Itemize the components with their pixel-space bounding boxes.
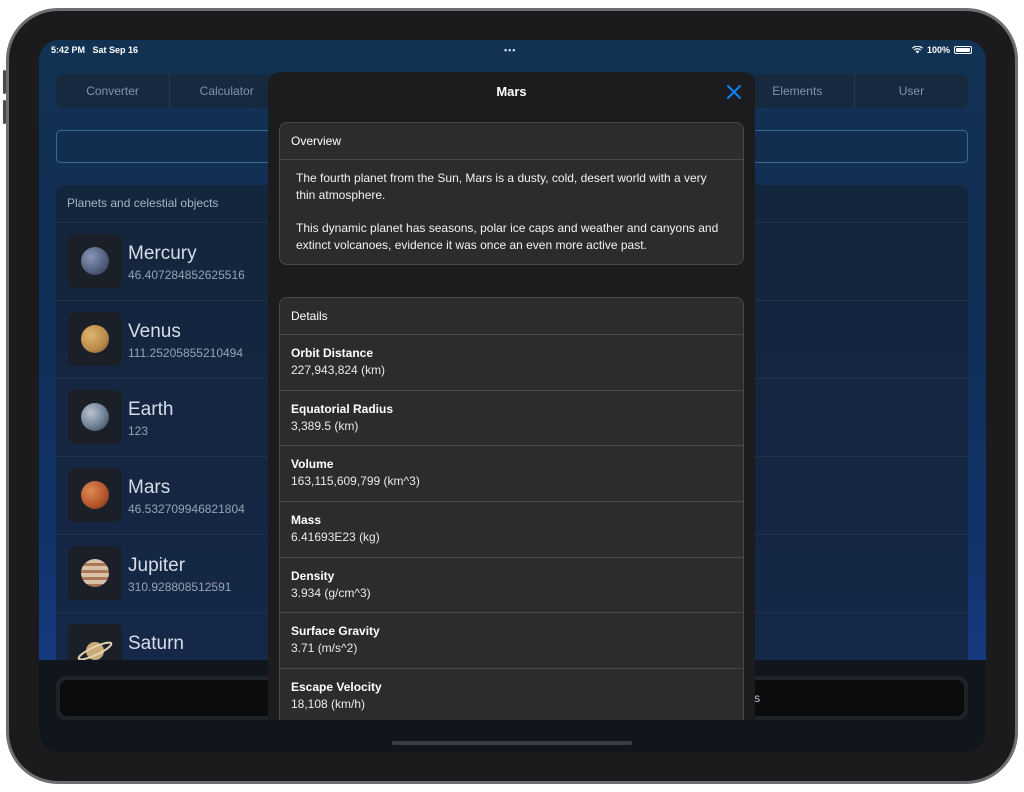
mars-icon xyxy=(81,481,109,509)
details-card: Details Orbit Distance 227,943,824 (km) … xyxy=(279,297,744,720)
battery-icon xyxy=(954,46,972,54)
detail-row-mass: Mass 6.41693E23 (kg) xyxy=(280,502,743,558)
planet-value: 46.532709946821804 xyxy=(128,502,245,516)
planet-value: 310.928808512591 xyxy=(128,580,232,594)
tab-elements[interactable]: Elements xyxy=(741,74,855,108)
detail-sheet: Mars Overview The fourth planet from the… xyxy=(268,72,755,720)
detail-row-orbit-distance: Orbit Distance 227,943,824 (km) xyxy=(280,335,743,391)
status-time-date: 5:42 PM Sat Sep 16 xyxy=(51,45,138,55)
detail-value: 18,108 (km/h) xyxy=(291,697,366,712)
status-time: 5:42 PM xyxy=(51,45,86,55)
home-indicator[interactable] xyxy=(392,741,632,745)
detail-label: Surface Gravity xyxy=(291,624,380,639)
multitasking-dots[interactable]: ••• xyxy=(504,45,516,55)
detail-label: Orbit Distance xyxy=(291,346,374,360)
planet-name: Earth xyxy=(128,399,174,420)
detail-row-equatorial-radius: Equatorial Radius 3,389.5 (km) xyxy=(280,391,743,447)
details-header: Details xyxy=(280,298,743,335)
detail-row-surface-gravity: Surface Gravity 3.71 (m/s^2) xyxy=(280,613,743,670)
planet-thumbnail xyxy=(68,546,122,600)
planet-name: Saturn xyxy=(128,633,184,654)
wifi-icon xyxy=(911,46,923,54)
planet-name: Mars xyxy=(128,477,171,498)
volume-button xyxy=(3,70,6,94)
detail-value: 227,943,824 (km) xyxy=(291,363,386,377)
detail-row-density: Density 3.934 (g/cm^3) xyxy=(280,558,743,614)
detail-row-volume: Volume 163,115,609,799 (km^3) xyxy=(280,446,743,503)
planet-thumbnail xyxy=(68,390,122,444)
planet-thumbnail xyxy=(68,312,122,366)
detail-label: Density xyxy=(291,568,335,583)
venus-icon xyxy=(81,325,109,353)
overview-paragraph: The fourth planet from the Sun, Mars is … xyxy=(296,171,707,202)
detail-value: 3,389.5 (km) xyxy=(291,418,359,433)
detail-label: Volume xyxy=(291,457,334,472)
battery-percent: 100% xyxy=(926,45,950,55)
volume-button xyxy=(3,100,6,124)
detail-value: 6.41693E23 (kg) xyxy=(291,530,380,545)
screen: 5:42 PM Sat Sep 16 ••• 100% Converter Ca… xyxy=(39,40,986,752)
tab-converter[interactable]: Converter xyxy=(56,74,171,108)
planet-name: Venus xyxy=(128,321,181,342)
planet-name: Mercury xyxy=(128,243,197,264)
planet-name: Jupiter xyxy=(128,555,186,576)
close-icon[interactable] xyxy=(725,83,743,101)
detail-row-escape-velocity: Escape Velocity 18,108 (km/h) xyxy=(280,669,743,720)
detail-label: Equatorial Radius xyxy=(291,401,394,416)
tab-user[interactable]: User xyxy=(855,74,968,108)
mercury-icon xyxy=(81,247,109,275)
status-date: Sat Sep 16 xyxy=(92,45,139,55)
planet-value: 123 xyxy=(128,424,149,438)
overview-paragraph: This dynamic planet has seasons, polar i… xyxy=(296,221,719,252)
planet-value: 46.407284852625516 xyxy=(128,268,245,282)
detail-label: Escape Velocity xyxy=(291,680,382,695)
planet-value: 111.25205855210494 xyxy=(128,346,244,360)
status-right: 100% xyxy=(911,45,972,55)
planet-thumbnail xyxy=(68,234,122,288)
jupiter-icon xyxy=(81,559,109,587)
detail-value: 3.934 (g/cm^3) xyxy=(291,585,371,600)
overview-card: Overview The fourth planet from the Sun,… xyxy=(279,122,744,265)
earth-icon xyxy=(81,403,109,431)
sheet-title: Mars xyxy=(496,84,527,99)
detail-value: 3.71 (m/s^2) xyxy=(291,641,358,656)
overview-body: The fourth planet from the Sun, Mars is … xyxy=(280,160,743,264)
overview-header: Overview xyxy=(280,123,743,160)
planet-thumbnail xyxy=(68,468,122,522)
detail-value: 163,115,609,799 (km^3) xyxy=(291,474,420,489)
detail-label: Mass xyxy=(291,513,322,528)
status-bar: 5:42 PM Sat Sep 16 ••• 100% xyxy=(39,40,986,60)
planet-thumbnail xyxy=(68,624,122,665)
